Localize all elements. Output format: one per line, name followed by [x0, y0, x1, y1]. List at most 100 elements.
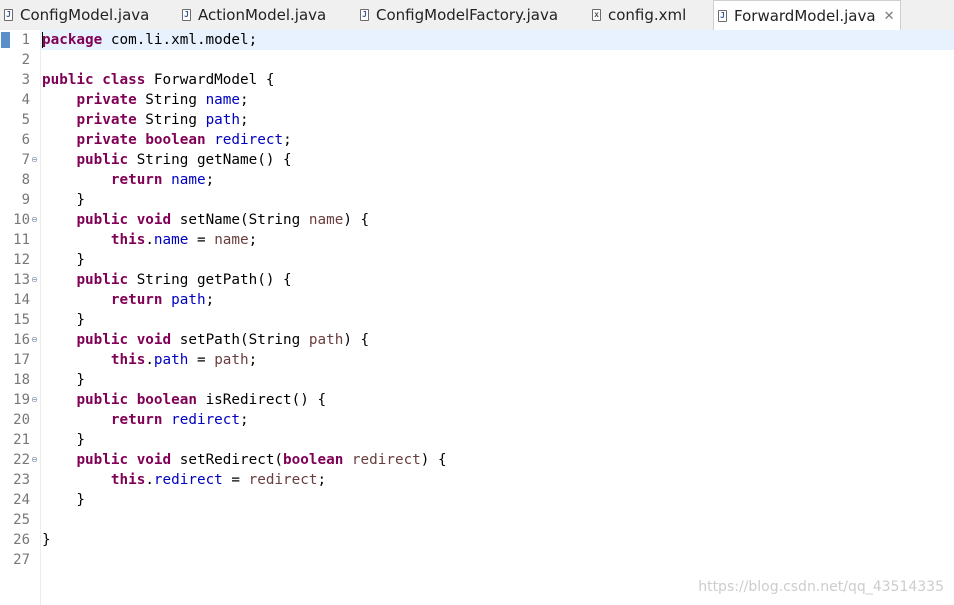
code-editor[interactable]: 1 2 3 4 5 6 7 ⊖ 8 9 10 ⊖ 11 12 13 ⊖ 14 15 16 ⊖ 17 18 19 ⊖ 20 21 22… [0, 30, 954, 605]
code-token: } [42, 432, 86, 448]
field-token: name [171, 172, 206, 188]
keyword-token: return [110, 172, 163, 188]
fold-collapse-icon[interactable]: ⊖ [30, 210, 39, 230]
keyword-token: public [42, 72, 94, 88]
line-number: 14 [13, 292, 30, 308]
code-token: ForwardModel { [145, 72, 275, 88]
line-number: 12 [13, 252, 30, 268]
code-token: = [188, 352, 215, 368]
code-token: String getPath() { [128, 272, 292, 288]
code-line[interactable]: this.path = path; [42, 350, 257, 370]
tab-label: config.xml [608, 5, 687, 24]
code-token: setName(String [171, 212, 309, 228]
code-token: = [188, 232, 215, 248]
keyword-token: public [76, 332, 129, 348]
keyword-token: private [76, 92, 137, 108]
line-number: 25 [13, 512, 30, 528]
keyword-token: this [110, 472, 146, 488]
tab-configmodel-java[interactable]: J ConfigModel.java [0, 0, 170, 29]
code-line[interactable]: } [42, 530, 51, 550]
code-line[interactable]: } [42, 430, 85, 450]
keyword-token: return [110, 292, 163, 308]
fold-collapse-icon[interactable]: ⊖ [30, 390, 39, 410]
line-number: 1 [21, 32, 30, 48]
code-token: . [145, 232, 154, 248]
parameter-token: redirect [351, 452, 421, 468]
keyword-token: private [76, 132, 137, 148]
code-token: } [42, 252, 86, 268]
code-token: = [222, 472, 249, 488]
line-number: 27 [13, 552, 30, 568]
code-line[interactable]: } [42, 310, 85, 330]
keyword-token: return [110, 412, 163, 428]
tab-config-xml[interactable]: x config.xml [588, 0, 706, 29]
line-number-gutter: 1 2 3 4 5 6 7 ⊖ 8 9 10 ⊖ 11 12 13 ⊖ 14 15 16 ⊖ 17 18 19 ⊖ 20 21 22… [0, 30, 41, 605]
fold-collapse-icon[interactable]: ⊖ [30, 330, 39, 350]
line-number: 4 [21, 92, 30, 108]
code-line[interactable]: this.name = name; [42, 230, 257, 250]
code-token: } [42, 312, 86, 328]
keyword-token: boolean [145, 132, 206, 148]
code-line[interactable]: public class ForwardModel { [42, 70, 274, 90]
code-line[interactable]: } [42, 490, 85, 510]
code-line[interactable]: private String name; [42, 90, 248, 110]
line-number: 16 [13, 332, 30, 348]
line-number: 24 [13, 492, 30, 508]
fold-collapse-icon[interactable]: ⊖ [30, 150, 39, 170]
code-line[interactable]: private String path; [42, 110, 248, 130]
tab-label: ActionModel.java [198, 5, 327, 24]
keyword-token: boolean [136, 392, 197, 408]
line-number: 18 [13, 372, 30, 388]
tab-configmodelfactory-java[interactable]: J ConfigModelFactory.java [356, 0, 581, 29]
code-line[interactable]: return path; [42, 290, 214, 310]
code-line[interactable]: public void setName(String name) { [42, 210, 369, 230]
keyword-token: private [76, 112, 137, 128]
java-file-icon: J [4, 8, 13, 21]
code-line[interactable]: } [42, 190, 85, 210]
code-line[interactable]: public String getName() { [42, 150, 291, 170]
tab-forwardmodel-java[interactable]: J ForwardModel.java ✕ [713, 0, 901, 31]
code-line[interactable]: public boolean isRedirect() { [42, 390, 326, 410]
code-line[interactable]: public String getPath() { [42, 270, 292, 290]
code-token: ; [205, 292, 215, 308]
line-number: 5 [21, 112, 30, 128]
field-token: path [205, 112, 241, 128]
code-line[interactable]: package com.li.xml.model; [42, 30, 257, 50]
tab-label: ForwardModel.java [734, 7, 876, 25]
code-line[interactable]: public void setRedirect(boolean redirect… [42, 450, 446, 470]
code-line[interactable]: return redirect; [42, 410, 249, 430]
code-token: . [145, 472, 154, 488]
keyword-token: void [136, 452, 172, 468]
parameter-token: redirect [248, 472, 318, 488]
code-token: } [42, 372, 86, 388]
parameter-token: name [308, 212, 344, 228]
code-token: } [42, 492, 86, 508]
code-line[interactable]: } [42, 250, 85, 270]
line-number: 21 [13, 432, 30, 448]
keyword-token: public [76, 212, 129, 228]
fold-collapse-icon[interactable]: ⊖ [30, 270, 39, 290]
code-line[interactable]: } [42, 370, 85, 390]
field-token: redirect [214, 132, 284, 148]
tab-actionmodel-java[interactable]: J ActionModel.java [178, 0, 348, 29]
keyword-token: this [110, 352, 146, 368]
code-line[interactable]: public void setPath(String path) { [42, 330, 369, 350]
close-tab-icon[interactable]: ✕ [884, 10, 895, 23]
field-token: redirect [171, 412, 241, 428]
code-line[interactable]: return name; [42, 170, 214, 190]
field-token: path [153, 352, 189, 368]
code-line[interactable]: this.redirect = redirect; [42, 470, 326, 490]
code-line[interactable]: private boolean redirect; [42, 130, 291, 150]
fold-collapse-icon[interactable]: ⊖ [30, 450, 39, 470]
